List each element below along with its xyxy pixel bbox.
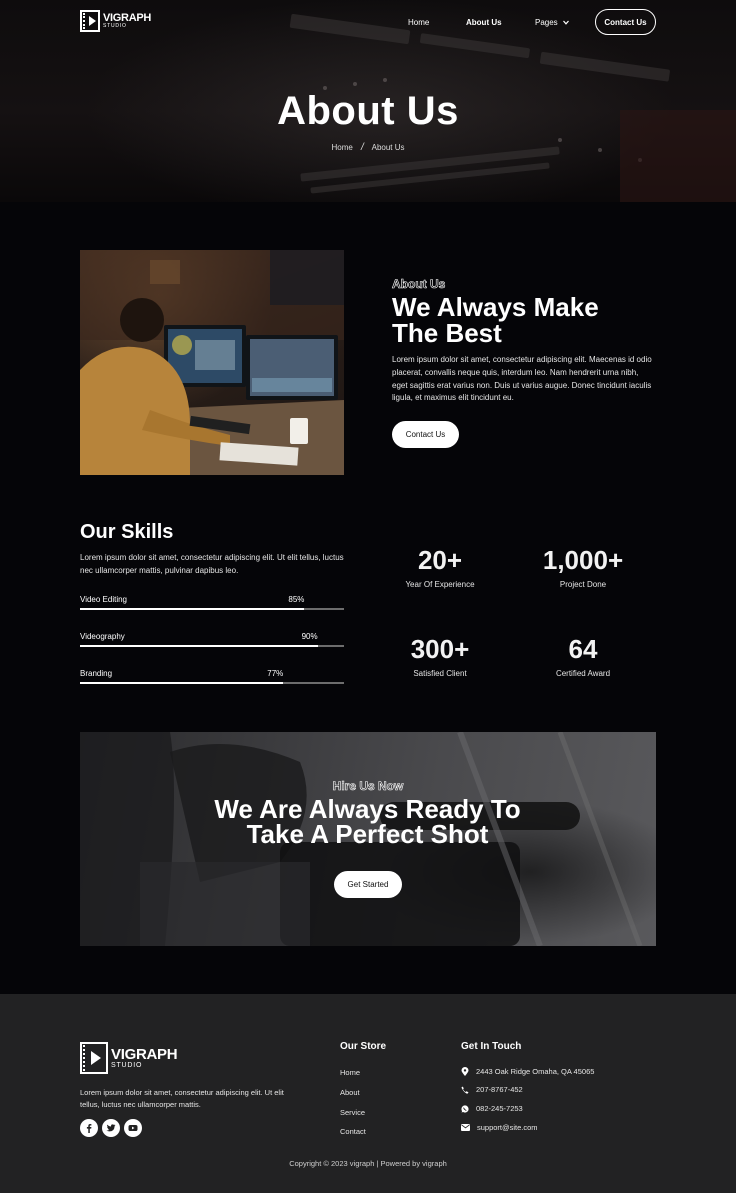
breadcrumb: Home / About Us: [0, 142, 736, 153]
header-logo[interactable]: VIGRAPH STUDIO: [80, 10, 151, 32]
youtube-icon[interactable]: [124, 1119, 142, 1137]
header-contact-button[interactable]: Contact Us: [595, 9, 656, 35]
hero-banner: VIGRAPH STUDIO Home About Us Pages Conta…: [0, 0, 736, 202]
contact-phone-text: 207-8767-452: [476, 1085, 523, 1094]
footer-touch-title: Get In Touch: [461, 1041, 522, 1052]
contact-address: 2443 Oak Ridge Omaha, QA 45065: [461, 1067, 594, 1076]
skill-track: [80, 645, 344, 647]
envelope-icon: [461, 1124, 470, 1131]
skill-fill: [80, 682, 284, 684]
cta-title-line2: Take A Perfect Shot: [246, 819, 489, 849]
hire-us-banner: Hire Us Now We Are Always Ready To Take …: [80, 732, 656, 946]
breadcrumb-separator: /: [361, 142, 364, 153]
footer-link-contact[interactable]: Contact: [340, 1127, 366, 1136]
stat-label: Year Of Experience: [405, 580, 475, 589]
stat-number: 300+: [410, 634, 470, 664]
copyright-text: Copyright © 2023 vigraph | Powered by vi…: [289, 1159, 447, 1168]
footer-store-title: Our Store: [340, 1041, 387, 1052]
skill-label: Branding: [80, 669, 113, 678]
contact-whatsapp[interactable]: 082-245-7253: [461, 1104, 523, 1113]
site-footer: VIGRAPH STUDIO Lorem ipsum dolor sit ame…: [0, 994, 736, 1193]
about-title-line2: The Best: [392, 318, 502, 348]
cta-eyebrow: Hire Us Now: [332, 779, 404, 794]
breadcrumb-current: About Us: [371, 143, 405, 152]
map-pin-icon: [461, 1067, 469, 1076]
nav-pages[interactable]: Pages: [535, 18, 569, 27]
skill-percent: 77%: [267, 669, 284, 678]
stat-label: Project Done: [559, 580, 607, 589]
stat-label: Certified Award: [555, 669, 611, 678]
film-play-logo-icon: [80, 10, 100, 32]
stat-number: 64: [568, 634, 598, 664]
footer-link-about[interactable]: About: [340, 1088, 360, 1097]
footer-link-home[interactable]: Home: [340, 1068, 360, 1077]
skill-track: [80, 682, 344, 684]
skill-label: Videography: [80, 632, 125, 641]
skill-fill: [80, 645, 318, 647]
footer-logo[interactable]: VIGRAPH STUDIO: [80, 1042, 178, 1074]
contact-phone[interactable]: 207-8767-452: [461, 1085, 523, 1094]
footer-link-service[interactable]: Service: [340, 1108, 365, 1117]
get-started-button[interactable]: Get Started: [334, 871, 402, 898]
social-links: [80, 1119, 142, 1137]
skill-percent: 85%: [288, 595, 305, 604]
nav-pages-label: Pages: [535, 18, 558, 27]
stat-number: 1,000+: [542, 545, 624, 575]
page-title: About Us: [277, 89, 459, 133]
about-contact-button[interactable]: Contact Us: [392, 421, 459, 448]
contact-address-text: 2443 Oak Ridge Omaha, QA 45065: [476, 1067, 595, 1076]
footer-about-text: Lorem ipsum dolor sit amet, consectetur …: [80, 1088, 284, 1109]
phone-icon: [461, 1086, 469, 1094]
nav-about-us[interactable]: About Us: [466, 18, 502, 27]
about-paragraph: Lorem ipsum dolor sit amet, consectetur …: [392, 355, 652, 403]
film-play-logo-icon: [80, 1042, 108, 1074]
footer-logo-sub: STUDIO: [111, 1062, 143, 1069]
breadcrumb-home[interactable]: Home: [331, 143, 352, 152]
facebook-icon[interactable]: [80, 1119, 98, 1137]
twitter-icon[interactable]: [102, 1119, 120, 1137]
stat-label: Satisfied Client: [413, 669, 467, 678]
nav-home[interactable]: Home: [408, 18, 429, 27]
chevron-down-icon: [562, 20, 569, 25]
skill-track: [80, 608, 344, 610]
logo-sub: STUDIO: [103, 23, 127, 29]
contact-email[interactable]: support@site.com: [461, 1123, 538, 1132]
whatsapp-icon: [461, 1104, 469, 1113]
skill-percent: 90%: [301, 632, 318, 641]
stat-number: 20+: [417, 545, 463, 575]
contact-whatsapp-text: 082-245-7253: [476, 1104, 523, 1113]
about-title-line1: We Always Make: [392, 292, 599, 322]
contact-email-text: support@site.com: [477, 1123, 538, 1132]
editor-workstation-photo: [80, 250, 344, 475]
about-eyebrow: About Us: [392, 277, 446, 292]
photo-illustration: [80, 250, 344, 475]
skill-fill: [80, 608, 305, 610]
footer-logo-name: VIGRAPH: [111, 1046, 178, 1063]
skill-label: Video Editing: [80, 595, 127, 604]
skills-title: Our Skills: [80, 521, 174, 543]
skills-paragraph: Lorem ipsum dolor sit amet, consectetur …: [80, 553, 344, 575]
